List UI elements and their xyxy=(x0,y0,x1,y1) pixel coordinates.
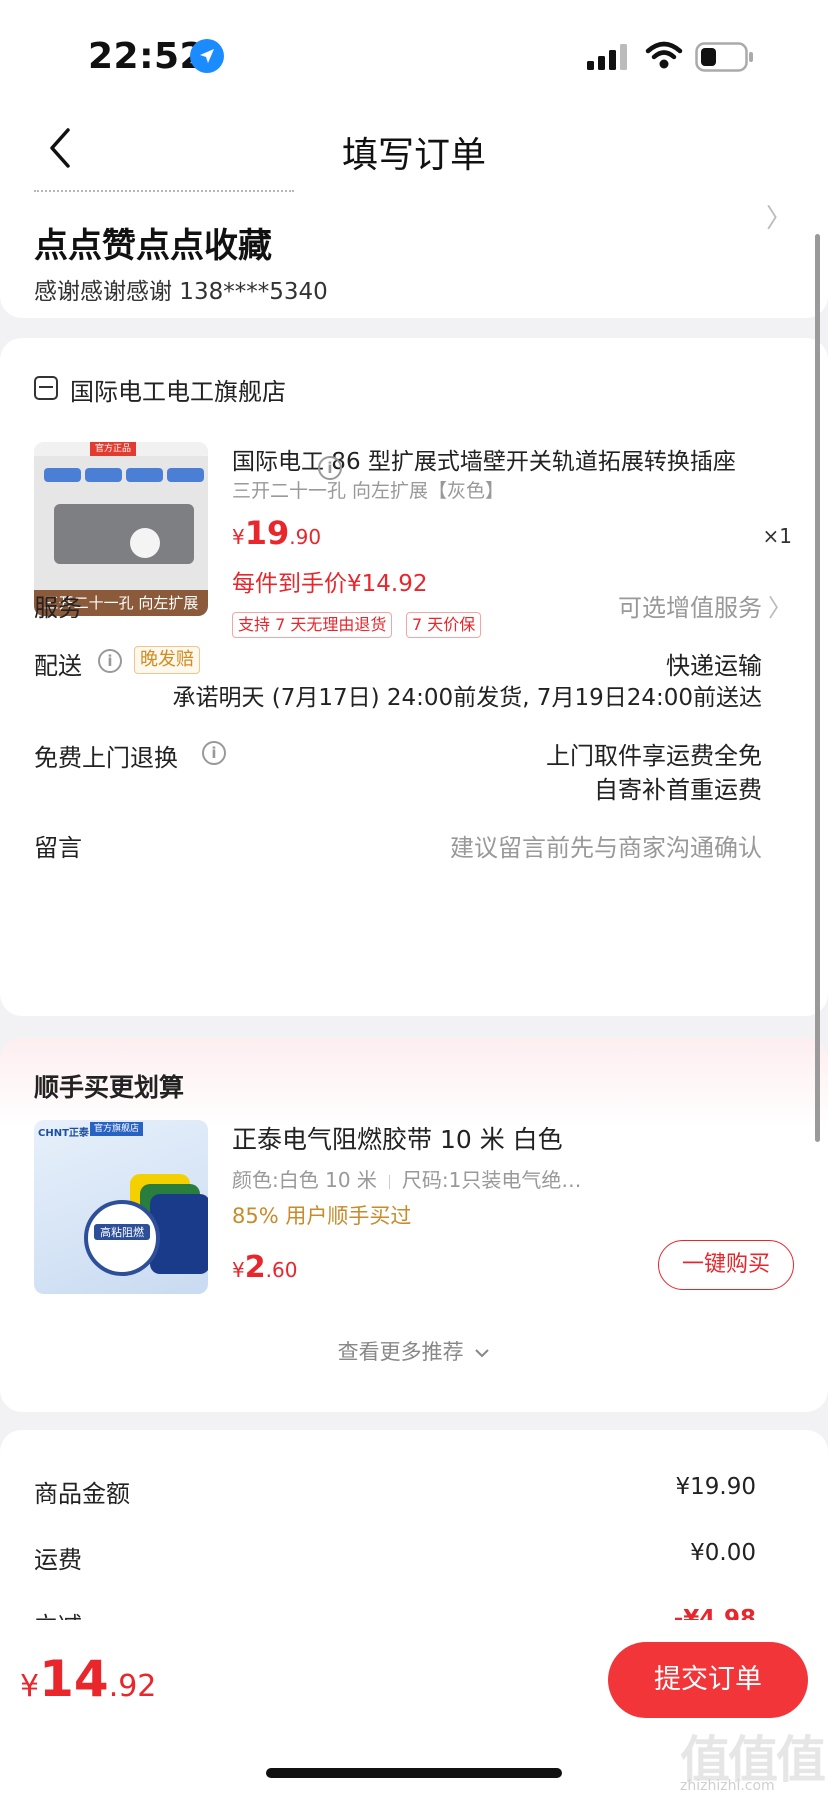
recommend-name[interactable]: 正泰电气阻燃胶带 10 米 白色 xyxy=(232,1120,563,1156)
recommend-image-logo: CHNT正泰 xyxy=(38,1128,89,1139)
product-image-chips xyxy=(44,468,204,482)
signal-icon xyxy=(587,44,627,70)
goods-amount-value: ¥19.90 xyxy=(675,1474,756,1500)
product-image-plug xyxy=(130,528,160,558)
address-name: 点点赞点点收藏 xyxy=(34,226,272,266)
address-card[interactable]: 〉 点点赞点点收藏 感谢感谢感谢 138****5340 xyxy=(0,184,828,318)
message-input[interactable]: 建议留言前先与商家沟通确认 xyxy=(450,828,762,863)
recommend-price-currency: ¥ xyxy=(232,1258,245,1282)
service-value[interactable]: 可选增值服务 xyxy=(618,588,762,623)
status-bar: 22:52 xyxy=(0,0,828,112)
store-icon xyxy=(34,376,58,400)
free-return-line1: 上门取件享运费全免 xyxy=(546,742,762,770)
product-price-dec: .90 xyxy=(289,525,322,549)
recommend-spec-size: 尺码:1只装电气绝… xyxy=(401,1168,582,1192)
service-label: 服务 xyxy=(34,594,82,622)
free-return-info-icon[interactable]: i xyxy=(202,741,226,765)
free-return-line2: 自寄补首重运费 xyxy=(594,776,762,804)
one-click-buy-button[interactable]: 一键购买 xyxy=(658,1240,794,1290)
delivery-label: 配送 xyxy=(34,652,82,680)
chevron-right-icon: 〉 xyxy=(765,204,792,234)
product-price-int: 19 xyxy=(244,514,290,552)
product-price: ¥19.90 xyxy=(232,514,321,552)
product-spec[interactable]: 三开二十一孔 向左扩展【灰色】 xyxy=(232,476,504,503)
address-contact: 感谢感谢感谢 138****5340 xyxy=(34,279,328,305)
return-policy-tag: 支持 7 天无理由退货 xyxy=(232,612,393,638)
total-price: ¥14.92 xyxy=(20,1650,156,1708)
wifi-icon xyxy=(645,41,683,69)
recommend-spec-color: 颜色:白色 10 米 xyxy=(232,1168,377,1192)
shipping-value: ¥0.00 xyxy=(690,1540,756,1566)
recommend-price-dec: .60 xyxy=(265,1258,298,1282)
final-price: 每件到手价¥14.92 xyxy=(232,571,428,597)
recommend-image-label: 高粘阻燃 xyxy=(94,1224,150,1240)
location-icon xyxy=(190,39,224,73)
chevron-right-icon: 〉 xyxy=(768,594,792,622)
price-protect-tag: 7 天价保 xyxy=(406,612,482,638)
free-return-label: 免费上门退换 xyxy=(34,744,178,772)
recommend-image[interactable]: CHNT正泰 官方旗舰店 高粘阻燃 xyxy=(34,1120,208,1294)
status-time: 22:52 xyxy=(88,36,206,77)
product-quantity: ×1 xyxy=(762,524,792,548)
battery-icon xyxy=(695,42,753,72)
recommend-price: ¥2.60 xyxy=(232,1250,297,1285)
home-indicator[interactable] xyxy=(266,1768,562,1778)
submit-order-button[interactable]: 提交订单 xyxy=(608,1642,808,1718)
recommend-card: 顺手买更划算 CHNT正泰 官方旗舰店 高粘阻燃 正泰电气阻燃胶带 10 米 白… xyxy=(0,1038,828,1412)
goods-amount-label: 商品金额 xyxy=(34,1480,130,1508)
total-int: 14 xyxy=(39,1650,109,1708)
address-region-cutoff xyxy=(34,184,294,192)
product-price-currency: ¥ xyxy=(232,525,245,549)
bottom-bar: ¥14.92 提交订单 值值值 zhizhizhi.com xyxy=(0,1620,828,1795)
recommend-spec[interactable]: 颜色:白色 10 米尺码:1只装电气绝… xyxy=(232,1164,581,1193)
scrollbar[interactable] xyxy=(815,234,820,1142)
product-image-tag: 官方正品 xyxy=(90,442,137,456)
more-recommend-label: 查看更多推荐 xyxy=(337,1340,464,1364)
product-title[interactable]: 国际电工 86 型扩展式墙壁开关轨道拓展转换插座 xyxy=(232,442,782,476)
delivery-method: 快递运输 xyxy=(666,652,762,680)
spec-divider xyxy=(388,1174,390,1189)
product-image-socket xyxy=(54,504,194,564)
order-card: 国际电工电工旗舰店 官方正品 三开二十一孔 向左扩展 国际电工 86 型扩展式墙… xyxy=(0,338,828,1016)
nav-bar: 填写订单 xyxy=(0,112,828,184)
recommend-title: 顺手买更划算 xyxy=(34,1073,185,1102)
recommend-buyers: 85% 用户顺手买过 xyxy=(232,1204,412,1228)
watermark-url: zhizhizhi.com xyxy=(680,1778,775,1794)
recommend-price-int: 2 xyxy=(244,1250,266,1285)
recommend-image-flag: 官方旗舰店 xyxy=(90,1122,144,1136)
chevron-down-icon xyxy=(475,1349,490,1358)
message-label: 留言 xyxy=(34,834,82,862)
price-info-icon[interactable]: i xyxy=(318,456,342,480)
store-name[interactable]: 国际电工电工旗舰店 xyxy=(70,372,286,407)
delivery-info-icon[interactable]: i xyxy=(98,649,122,673)
late-compensation-badge: 晚发赔 xyxy=(134,646,200,674)
delivery-promise: 承诺明天 (7月17日) 24:00前发货, 7月19日24:00前送达 xyxy=(172,685,762,711)
more-recommend-link[interactable]: 查看更多推荐 xyxy=(0,1336,828,1366)
total-currency: ¥ xyxy=(20,1669,40,1704)
total-dec: .92 xyxy=(108,1669,157,1704)
shipping-label: 运费 xyxy=(34,1546,82,1574)
page-title: 填写订单 xyxy=(341,135,486,176)
